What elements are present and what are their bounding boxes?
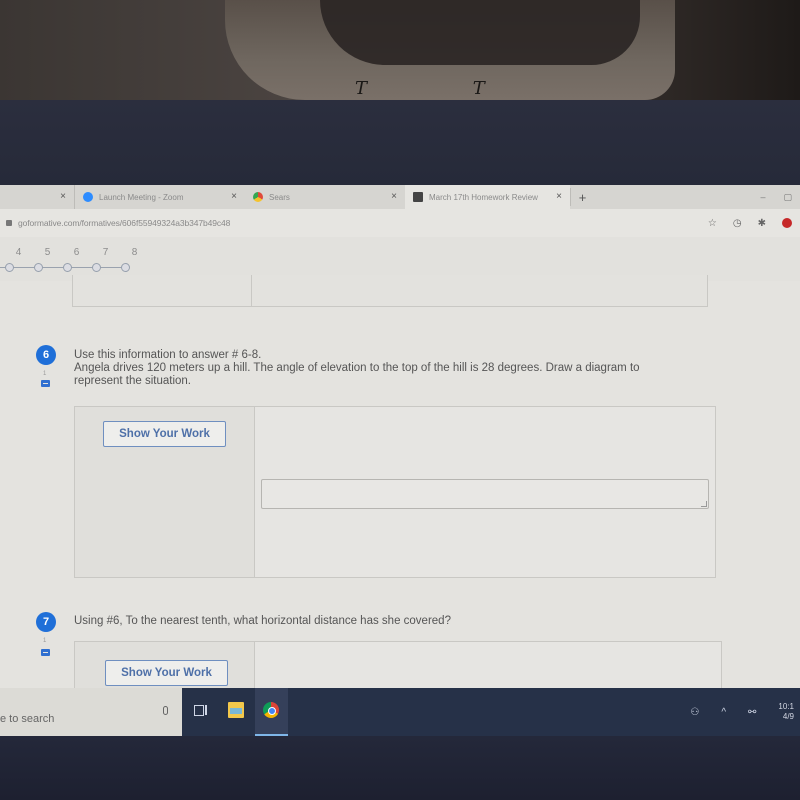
tab-homework-review[interactable]: March 17th Homework Review × bbox=[405, 185, 570, 209]
chrome-icon bbox=[263, 702, 279, 718]
answer-box: Show Your Work bbox=[74, 406, 716, 578]
handwriting-scribble: T T bbox=[355, 78, 535, 99]
question-line: Angela drives 120 meters up a hill. The … bbox=[74, 362, 640, 374]
comment-icon[interactable] bbox=[41, 649, 50, 656]
nav-dot-4[interactable] bbox=[5, 263, 14, 272]
chevron-up-icon[interactable]: ^ bbox=[721, 707, 726, 718]
answer-textarea[interactable] bbox=[261, 479, 709, 509]
nav-question-8[interactable]: 8 bbox=[120, 247, 149, 258]
restore-button[interactable]: ▢ bbox=[783, 192, 792, 203]
question-points: 1 bbox=[43, 371, 47, 377]
search-placeholder: e to search bbox=[0, 713, 55, 725]
extensions-icon[interactable]: ✱ bbox=[758, 218, 766, 229]
address-bar: goformative.com/formatives/606f55949324a… bbox=[0, 209, 800, 237]
window-controls: – ▢ bbox=[760, 185, 800, 209]
tab-label: March 17th Homework Review bbox=[429, 192, 538, 202]
network-icon[interactable]: ⚯ bbox=[748, 707, 756, 718]
people-icon[interactable]: ⚇ bbox=[690, 707, 699, 718]
clock-date: 4/9 bbox=[782, 712, 794, 721]
nav-question-6[interactable]: 6 bbox=[62, 247, 91, 258]
profile-avatar[interactable] bbox=[782, 218, 792, 228]
nav-dot-6[interactable] bbox=[63, 263, 72, 272]
show-your-work-button[interactable]: Show Your Work bbox=[103, 421, 226, 447]
question-number-badge: 6 bbox=[36, 345, 56, 365]
lock-icon[interactable] bbox=[6, 220, 12, 226]
work-pane: Show Your Work bbox=[75, 407, 255, 577]
minimize-button[interactable]: – bbox=[760, 192, 765, 202]
nav-question-5[interactable]: 5 bbox=[33, 247, 62, 258]
clock-time: 10:1 bbox=[778, 702, 794, 711]
tab-zoom[interactable]: Launch Meeting - Zoom × bbox=[75, 185, 245, 209]
classroom-icon bbox=[413, 192, 423, 202]
tab-blank[interactable]: × bbox=[0, 185, 75, 209]
chrome-taskbar-button[interactable] bbox=[255, 688, 288, 736]
previous-answer-box bbox=[72, 275, 708, 307]
history-icon[interactable]: ◷ bbox=[733, 218, 742, 229]
tab-sears[interactable]: Sears × bbox=[245, 185, 405, 209]
taskbar-search[interactable]: e to search bbox=[0, 688, 182, 736]
question-numbers: 4 5 6 7 8 bbox=[4, 247, 149, 258]
system-tray: ⚇ ^ ⚯ 10:1 4/9 bbox=[690, 688, 800, 736]
monitor-bezel bbox=[0, 100, 800, 185]
windows-taskbar: e to search ⚇ ^ ⚯ 10:1 4/9 bbox=[0, 688, 800, 736]
bookmark-star-icon[interactable]: ☆ bbox=[708, 218, 717, 229]
new-tab-button[interactable]: + bbox=[570, 188, 594, 206]
comment-icon[interactable] bbox=[41, 380, 50, 387]
question-line: Using #6, To the nearest tenth, what hor… bbox=[74, 615, 451, 627]
monitor-bezel-bottom bbox=[0, 736, 800, 800]
task-view-icon[interactable] bbox=[192, 702, 208, 718]
url-input[interactable]: goformative.com/formatives/606f55949324a… bbox=[18, 218, 230, 228]
question-line: represent the situation. bbox=[74, 375, 191, 387]
zoom-icon bbox=[83, 192, 93, 202]
close-tab-icon[interactable]: × bbox=[60, 191, 66, 202]
nav-question-4[interactable]: 4 bbox=[4, 247, 33, 258]
clock[interactable]: 10:1 4/9 bbox=[778, 702, 794, 722]
nav-question-7[interactable]: 7 bbox=[91, 247, 120, 258]
formative-content: 6 1 Use this information to answer # 6-8… bbox=[0, 275, 800, 736]
question-points: 1 bbox=[43, 638, 47, 644]
photo-background-top: T T bbox=[0, 0, 800, 100]
pane-divider bbox=[251, 275, 252, 306]
tab-label: Launch Meeting - Zoom bbox=[99, 192, 184, 202]
nav-dot-8[interactable] bbox=[121, 263, 130, 272]
tab-label: Sears bbox=[269, 192, 290, 202]
show-your-work-button[interactable]: Show Your Work bbox=[105, 660, 228, 686]
microphone-icon[interactable] bbox=[163, 706, 168, 715]
sears-icon bbox=[253, 192, 263, 202]
nav-dot-5[interactable] bbox=[34, 263, 43, 272]
question-number-badge: 7 bbox=[36, 612, 56, 632]
address-bar-actions: ☆ ◷ ✱ bbox=[708, 218, 800, 229]
close-tab-icon[interactable]: × bbox=[556, 191, 562, 202]
photo-shadow bbox=[320, 0, 640, 65]
close-tab-icon[interactable]: × bbox=[231, 191, 237, 202]
question-line: Use this information to answer # 6-8. bbox=[74, 349, 262, 361]
tab-strip: × Launch Meeting - Zoom × Sears × March … bbox=[0, 185, 800, 209]
screen: × Launch Meeting - Zoom × Sears × March … bbox=[0, 185, 800, 736]
nav-dot-7[interactable] bbox=[92, 263, 101, 272]
close-tab-icon[interactable]: × bbox=[391, 191, 397, 202]
file-explorer-icon[interactable] bbox=[228, 702, 244, 718]
